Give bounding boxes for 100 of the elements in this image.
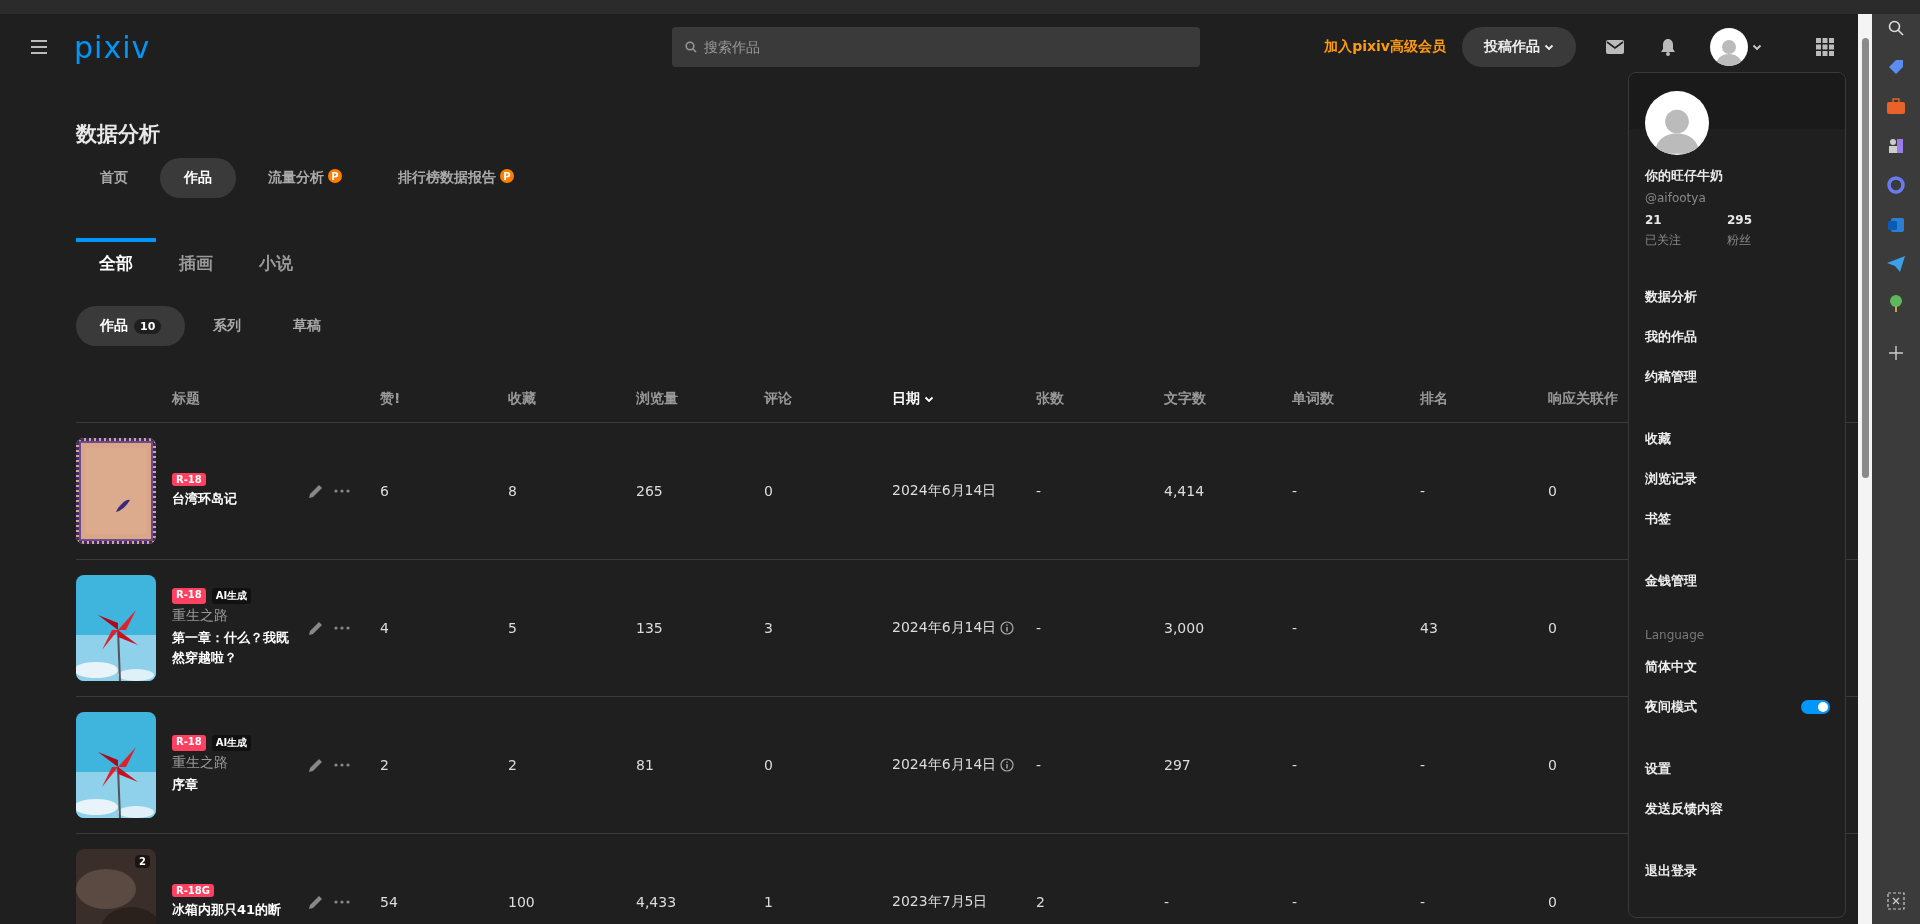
info-icon[interactable] <box>1000 621 1015 635</box>
more-icon[interactable] <box>334 489 350 493</box>
menu-item[interactable]: 数据分析 <box>1645 277 1830 317</box>
table-cell: 0 <box>764 757 773 773</box>
apps-grid-icon[interactable] <box>1816 38 1834 56</box>
logo[interactable]: pixiv <box>74 29 151 65</box>
tag-icon[interactable] <box>1887 58 1905 76</box>
tab[interactable]: 作品 <box>160 158 236 198</box>
pencil-icon[interactable] <box>308 894 324 910</box>
pencil-icon[interactable] <box>308 757 324 773</box>
table-cell: 5 <box>508 620 517 636</box>
column-header[interactable]: 日期 <box>892 390 934 408</box>
table-cell: - <box>1420 757 1426 773</box>
work-title[interactable]: 第一章：什么？我既然穿越啦？ <box>172 627 300 669</box>
post-button[interactable]: 投稿作品 <box>1462 27 1576 67</box>
table-cell: 4 <box>380 620 389 636</box>
column-header[interactable]: 评论 <box>764 390 792 408</box>
info-icon[interactable] <box>1000 758 1015 772</box>
column-header[interactable]: 响应关联作 <box>1548 390 1618 408</box>
table-cell: 4,414 <box>1164 483 1205 499</box>
table-cell: 6 <box>380 483 389 499</box>
briefcase-icon[interactable] <box>1887 98 1905 114</box>
type-tab[interactable]: 插画 <box>156 238 236 280</box>
table-cell: 265 <box>636 483 663 499</box>
search-icon[interactable] <box>1888 20 1904 36</box>
column-header[interactable]: 赞! <box>380 390 401 408</box>
menu-icon[interactable] <box>30 40 48 54</box>
table-cell: 43 <box>1420 620 1438 636</box>
work-title[interactable]: 序章 <box>172 774 198 796</box>
table-cell: 2023年7月5日 <box>892 893 988 911</box>
series-name[interactable]: 重生之路 <box>172 753 228 772</box>
table-cell: 1 <box>764 894 773 910</box>
paper-plane-icon[interactable] <box>1887 256 1905 272</box>
add-icon[interactable] <box>1889 346 1903 360</box>
column-header[interactable]: 排名 <box>1420 390 1448 408</box>
table-cell: 2 <box>508 757 517 773</box>
tab[interactable]: 流量分析 P <box>244 158 366 198</box>
column-header[interactable]: 张数 <box>1036 390 1064 408</box>
menu-item[interactable]: 书签 <box>1645 499 1830 539</box>
column-header[interactable]: 单词数 <box>1292 390 1334 408</box>
work-title[interactable]: 冰箱内那只41的断 <box>172 899 282 921</box>
stat-label[interactable]: 粉丝 <box>1727 232 1753 249</box>
stat-label[interactable]: 已关注 <box>1645 232 1681 249</box>
more-icon[interactable] <box>334 900 350 904</box>
sort-caret-icon <box>924 394 934 404</box>
mail-icon[interactable] <box>1606 40 1624 54</box>
column-header[interactable]: 文字数 <box>1164 390 1206 408</box>
more-icon[interactable] <box>334 626 350 630</box>
ring-icon[interactable] <box>1887 176 1905 194</box>
table-cell: 2024年6月14日 <box>892 482 997 500</box>
tree-icon[interactable] <box>1888 294 1904 312</box>
caret-icon <box>1544 42 1554 52</box>
menu-item[interactable]: 浏览记录 <box>1645 459 1830 499</box>
table-cell: 2 <box>380 757 389 773</box>
column-header: 标题 <box>172 390 200 408</box>
bell-icon[interactable] <box>1660 38 1676 56</box>
menu-item[interactable]: 我的作品 <box>1645 317 1830 357</box>
search-icon <box>685 41 698 53</box>
table-cell: 2024年6月14日 <box>892 756 997 774</box>
table-cell: 2 <box>1036 894 1045 910</box>
table-cell: 297 <box>1164 757 1191 773</box>
menu-item[interactable]: 简体中文 <box>1645 647 1830 687</box>
screenshot-icon[interactable] <box>1887 892 1905 910</box>
table-cell: 100 <box>508 894 535 910</box>
ai-tag: AI生成 <box>211 587 252 604</box>
tab[interactable]: 排行榜数据报告 P <box>374 158 538 198</box>
type-tab[interactable]: 小说 <box>236 238 316 280</box>
rating-tag: R-18 <box>172 587 206 604</box>
menu-item[interactable]: 收藏 <box>1645 419 1830 459</box>
more-icon[interactable] <box>334 763 350 767</box>
filter-tab[interactable]: 作品 10 <box>76 306 186 346</box>
filter-tab[interactable]: 草稿 <box>269 306 346 346</box>
menu-item[interactable]: 退出登录 <box>1645 851 1830 891</box>
table-cell: 0 <box>1548 757 1557 773</box>
menu-item[interactable]: 发送反馈内容 <box>1645 789 1830 829</box>
premium-link[interactable]: 加入pixiv高级会员 <box>1324 38 1446 56</box>
caret-icon <box>1752 42 1762 52</box>
avatar[interactable] <box>1710 28 1748 66</box>
filter-tab[interactable]: 系列 <box>189 306 266 346</box>
work-title[interactable]: 台湾环岛记 <box>172 488 237 510</box>
menu-item[interactable]: 约稿管理 <box>1645 357 1830 397</box>
toggle-switch[interactable] <box>1801 700 1830 714</box>
table-cell: 3,000 <box>1164 620 1205 636</box>
pencil-icon[interactable] <box>308 620 324 636</box>
rating-tag: R-18 <box>172 734 206 751</box>
type-tab[interactable]: 全部 <box>76 238 156 280</box>
tab[interactable]: 首页 <box>76 158 152 198</box>
rating-tag: R-18 <box>172 472 206 486</box>
table-cell: 135 <box>636 620 663 636</box>
menu-item[interactable]: 金钱管理 <box>1645 561 1830 601</box>
page-count-badge: 2 <box>135 855 150 868</box>
search-field[interactable]: 搜索作品 <box>672 27 1201 67</box>
user-name[interactable]: 你的旺仔牛奶 <box>1645 167 1830 185</box>
column-header[interactable]: 收藏 <box>508 390 536 408</box>
menu-item[interactable]: 设置 <box>1645 749 1830 789</box>
pencil-icon[interactable] <box>308 483 324 499</box>
mail-app-icon[interactable] <box>1887 216 1905 234</box>
series-name[interactable]: 重生之路 <box>172 606 228 625</box>
scrollbar[interactable] <box>1858 14 1872 924</box>
column-header[interactable]: 浏览量 <box>636 390 678 408</box>
